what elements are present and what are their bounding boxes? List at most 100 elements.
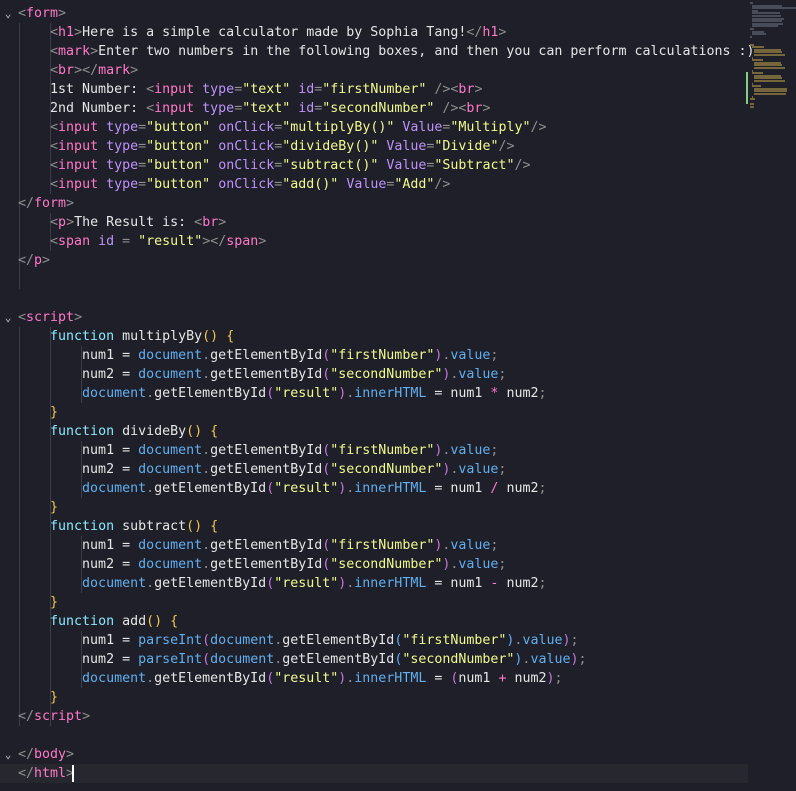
code-line[interactable]: </form> — [0, 194, 748, 213]
code-line[interactable]: ⌄ <form> — [0, 4, 748, 23]
code-token: onClick — [218, 120, 275, 135]
code-line[interactable] — [0, 726, 748, 745]
code-line[interactable]: <br></mark> — [0, 61, 748, 80]
code-line[interactable]: num2 = document.getElementById("secondNu… — [0, 460, 748, 479]
code-line[interactable]: <input type="button" onClick="multiplyBy… — [0, 118, 748, 137]
code-text: num1 = document.getElementById("firstNum… — [18, 441, 498, 460]
code-line[interactable]: num1 = parseInt(document.getElementById(… — [0, 631, 748, 650]
code-token: { — [210, 519, 219, 534]
code-text: <form> — [18, 4, 66, 23]
code-token: </ — [18, 747, 35, 762]
minimap-line — [750, 98, 755, 101]
code-token: num1 — [82, 443, 115, 458]
code-token: "firstNumber" — [330, 348, 435, 363]
code-token: span — [58, 234, 91, 249]
minimap-line — [754, 93, 786, 95]
minimap-line — [750, 106, 754, 108]
code-line[interactable]: document.getElementById("result").innerH… — [0, 479, 748, 498]
code-line[interactable]: } — [0, 498, 748, 517]
code-line[interactable]: function subtract() { — [0, 517, 748, 536]
code-line[interactable]: </html> — [0, 764, 748, 783]
code-token: />< — [442, 101, 467, 116]
code-line[interactable]: num1 = document.getElementById("firstNum… — [0, 536, 748, 555]
code-token: script — [26, 310, 75, 325]
chevron-down-icon[interactable]: ⌄ — [3, 745, 13, 764]
code-line[interactable]: 1st Number: <input type="text" id="first… — [0, 80, 748, 99]
code-line[interactable]: num1 = document.getElementById("firstNum… — [0, 441, 748, 460]
code-token: . — [202, 348, 211, 363]
code-line[interactable]: <input type="button" onClick="subtract()… — [0, 156, 748, 175]
code-token: "Subtract" — [434, 158, 515, 173]
code-line[interactable]: <h1>Here is a simple calculator made by … — [0, 23, 748, 42]
code-line[interactable]: num2 = parseInt(document.getElementById(… — [0, 650, 748, 669]
code-line[interactable] — [0, 289, 748, 308]
code-text: function divideBy() { — [18, 422, 218, 441]
code-token: { — [210, 424, 219, 439]
code-token: "result" — [274, 386, 339, 401]
code-token: </ — [18, 196, 35, 211]
code-line[interactable]: document.getElementById("result").innerH… — [0, 574, 748, 593]
code-line[interactable]: } — [0, 593, 748, 612]
code-line[interactable]: <input type="button" onClick="divideBy()… — [0, 137, 748, 156]
code-text: num2 = document.getElementById("secondNu… — [18, 365, 506, 384]
code-line[interactable]: <mark>Enter two numbers in the following… — [0, 42, 755, 61]
code-text: 2nd Number: <input type="text" id="secon… — [18, 99, 490, 118]
code-token: < — [50, 177, 59, 192]
code-line[interactable]: function add() { — [0, 612, 748, 631]
text-cursor — [71, 765, 74, 782]
code-line[interactable]: <span id = "result"></span> — [0, 232, 748, 251]
code-line[interactable]: num2 = document.getElementById("secondNu… — [0, 555, 748, 574]
minimap[interactable] — [746, 0, 796, 791]
code-token: type — [202, 82, 235, 97]
code-line[interactable]: 2nd Number: <input type="text" id="secon… — [0, 99, 748, 118]
code-line[interactable]: num1 = document.getElementById("firstNum… — [0, 346, 748, 365]
code-line[interactable]: } — [0, 403, 748, 422]
code-token: = — [114, 348, 139, 363]
code-token: function — [50, 614, 115, 629]
code-line[interactable]: function multiplyBy() { — [0, 327, 748, 346]
code-token: ; — [490, 443, 499, 458]
code-line[interactable]: document.getElementById("result").innerH… — [0, 669, 748, 688]
code-line[interactable]: </script> — [0, 707, 748, 726]
chevron-down-icon[interactable]: ⌄ — [3, 308, 13, 327]
code-line[interactable]: } — [0, 688, 748, 707]
code-token: = — [114, 538, 139, 553]
chevron-down-icon[interactable]: ⌄ — [3, 4, 13, 23]
code-line[interactable]: ⌄ <script> — [0, 308, 748, 327]
code-line[interactable]: <p>The Result is: <br> — [0, 213, 748, 232]
code-text: </form> — [18, 194, 74, 213]
code-token: > — [66, 747, 75, 762]
code-token: innerHTML — [354, 481, 427, 496]
code-token: = — [114, 367, 139, 382]
code-editor[interactable]: ⌄ <form> <h1>Here is a simple calculator … — [0, 0, 755, 791]
code-line[interactable]: ⌄ </body> — [0, 745, 748, 764]
code-token: num2 — [82, 557, 115, 572]
code-line[interactable]: </p> — [0, 251, 748, 270]
code-token: ></ — [202, 234, 227, 249]
code-line[interactable]: <input type="button" onClick="add()" Val… — [0, 175, 748, 194]
code-token: innerHTML — [354, 386, 427, 401]
minimap-line — [752, 7, 796, 10]
code-line[interactable]: document.getElementById("result").innerH… — [0, 384, 748, 403]
code-line[interactable]: num2 = document.getElementById("secondNu… — [0, 365, 748, 384]
code-text: num2 = document.getElementById("secondNu… — [18, 555, 506, 574]
code-token: = — [114, 652, 139, 667]
code-line[interactable]: function divideBy() { — [0, 422, 748, 441]
code-token: br — [202, 215, 219, 230]
code-token: "secondNumber" — [330, 462, 443, 477]
code-token: Enter two numbers in the following boxes… — [98, 44, 755, 59]
code-line[interactable] — [0, 270, 748, 289]
code-token: value — [450, 348, 491, 363]
